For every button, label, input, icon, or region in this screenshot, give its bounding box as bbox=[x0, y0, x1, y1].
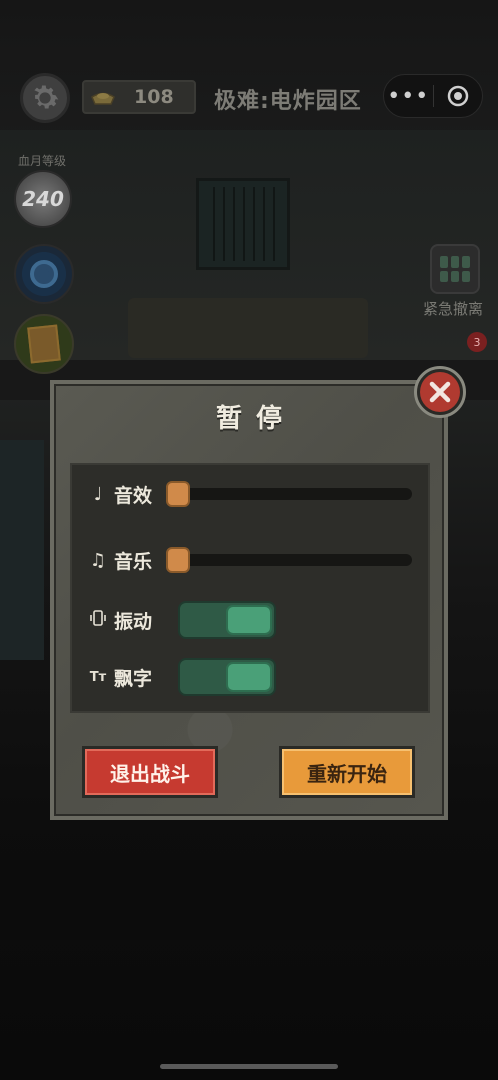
target-icon bbox=[447, 85, 468, 107]
music-label: 音乐 bbox=[114, 550, 153, 573]
floating-text-toggle-thumb bbox=[226, 662, 272, 692]
portal-icon bbox=[30, 260, 58, 288]
text-size-icon: Tт bbox=[89, 669, 107, 685]
music-notes-icon: ♫ bbox=[89, 549, 107, 571]
vibration-icon bbox=[88, 609, 108, 632]
scene-window bbox=[196, 178, 290, 270]
settings-gear-button[interactable] bbox=[20, 73, 70, 123]
miniprogram-capsule: ••• bbox=[383, 74, 483, 118]
emergency-evac-icon[interactable] bbox=[430, 244, 480, 294]
close-miniprogram-button[interactable] bbox=[433, 85, 482, 107]
card-button[interactable] bbox=[14, 314, 74, 374]
vibration-toggle-thumb bbox=[226, 605, 272, 635]
vibration-toggle[interactable] bbox=[178, 601, 276, 639]
evac-cell bbox=[462, 270, 470, 282]
restart-button[interactable]: 重新开始 bbox=[279, 746, 415, 798]
gold-counter: 108 bbox=[82, 80, 196, 114]
sound-row: ♩ 音效 bbox=[88, 479, 152, 509]
notification-badge: 3 bbox=[467, 332, 487, 352]
gear-icon bbox=[34, 85, 59, 109]
evac-cell bbox=[440, 270, 448, 282]
scene-sofa bbox=[128, 298, 368, 358]
sound-label: 音效 bbox=[114, 484, 153, 507]
level-title: 极难:电炸园区 bbox=[214, 89, 362, 114]
vibration-label: 振动 bbox=[114, 610, 153, 633]
blood-moon-level-label: 血月等级 bbox=[18, 154, 67, 168]
sound-slider[interactable] bbox=[166, 481, 412, 507]
note-icon: ♩ bbox=[93, 483, 103, 505]
vibration-row: 振动 bbox=[88, 605, 152, 635]
floating-text-row: Tт 飘字 bbox=[88, 662, 152, 692]
gold-ingot-icon bbox=[91, 92, 115, 105]
home-indicator bbox=[160, 1064, 338, 1069]
evac-cell bbox=[440, 256, 448, 268]
settings-panel: ♩ 音效 ♫ 音乐 振动 Tт 飘字 bbox=[70, 463, 430, 713]
evac-cell bbox=[451, 270, 459, 282]
sound-slider-knob[interactable] bbox=[166, 481, 190, 507]
portal-button[interactable] bbox=[14, 244, 74, 304]
card-icon bbox=[27, 324, 61, 364]
gold-count: 108 bbox=[134, 86, 174, 108]
music-row: ♫ 音乐 bbox=[88, 545, 152, 575]
exit-battle-button[interactable]: 退出战斗 bbox=[82, 746, 218, 798]
blood-moon-level-badge[interactable]: 240 bbox=[14, 170, 72, 228]
music-slider[interactable] bbox=[166, 547, 412, 573]
scene-door bbox=[0, 440, 44, 660]
floating-text-toggle[interactable] bbox=[178, 658, 276, 696]
evac-cell bbox=[451, 256, 459, 268]
emergency-evac-label: 紧急撤离 bbox=[423, 300, 484, 318]
music-slider-knob[interactable] bbox=[166, 547, 190, 573]
more-menu-button[interactable]: ••• bbox=[384, 84, 433, 109]
close-icon bbox=[429, 381, 451, 403]
close-dialog-button[interactable] bbox=[414, 366, 466, 418]
close-button-face bbox=[420, 372, 460, 412]
evac-cell bbox=[462, 256, 470, 268]
floating-text-label: 飘字 bbox=[114, 667, 153, 690]
dialog-title: 暂停 bbox=[215, 404, 296, 434]
